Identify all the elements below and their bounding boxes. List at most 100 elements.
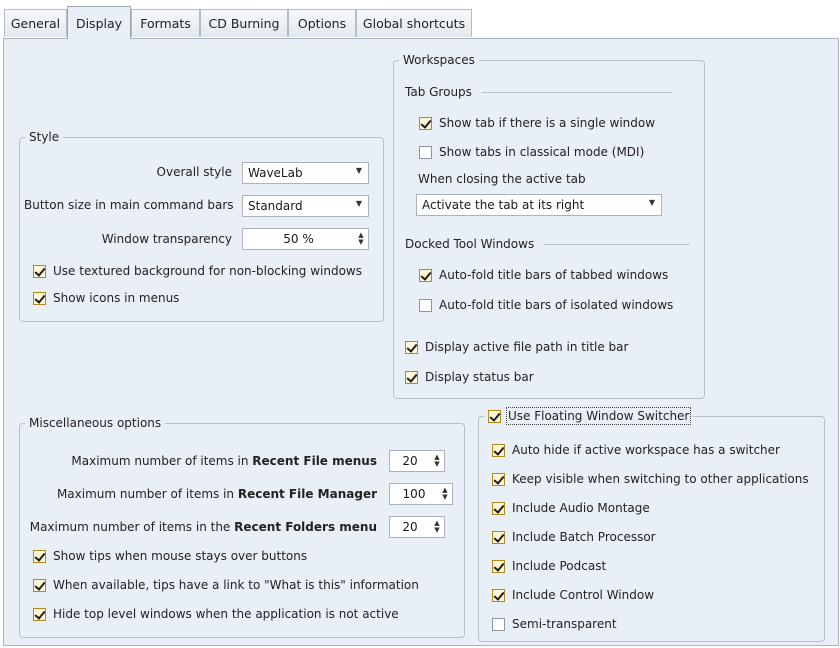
transparency-value: 50 % xyxy=(283,232,314,246)
switcher-group-title: Use Floating Window Switcher xyxy=(484,407,693,425)
recent-folders-label: Maximum number of items in the Recent Fo… xyxy=(24,520,377,534)
autofold-isolated-checkbox[interactable]: Auto-fold title bars of isolated windows xyxy=(419,298,673,312)
up-down-arrows-icon[interactable]: ▲ ▼ xyxy=(430,454,444,468)
batch-processor-checkbox[interactable]: Include Batch Processor xyxy=(492,530,656,544)
checkbox-label: Include Podcast xyxy=(512,559,607,573)
hide-top-checkbox[interactable]: Hide top level windows when the applicat… xyxy=(33,607,399,621)
checkbox-label: Include Batch Processor xyxy=(512,530,656,544)
checkbox-box[interactable] xyxy=(488,409,501,423)
checkbox-label: When available, tips have a link to "Wha… xyxy=(53,578,419,592)
up-down-arrows-icon[interactable]: ▲ ▼ xyxy=(438,487,452,501)
closing-tab-label: When closing the active tab xyxy=(418,172,586,186)
checkbox-label: Hide top level windows when the applicat… xyxy=(53,607,399,621)
label-bold: Recent File Manager xyxy=(237,487,377,501)
checkbox-label: Keep visible when switching to other app… xyxy=(512,472,809,486)
tab-label: General xyxy=(10,16,61,31)
checkbox-box[interactable] xyxy=(419,116,432,130)
overall-style-label: Overall style xyxy=(156,165,232,179)
podcast-checkbox[interactable]: Include Podcast xyxy=(492,559,606,573)
checkbox-box[interactable] xyxy=(492,588,505,602)
label-bold: Recent File menus xyxy=(252,454,377,468)
chevron-down-icon: ▼ xyxy=(355,166,362,175)
recent-file-manager-spinner[interactable]: 100 ▲ ▼ xyxy=(389,483,453,505)
icons-in-menus-checkbox[interactable]: Show icons in menus xyxy=(33,291,179,305)
tab-global-shortcuts[interactable]: Global shortcuts xyxy=(356,9,472,37)
tab-label: Global shortcuts xyxy=(362,16,466,31)
checkbox-box[interactable] xyxy=(405,340,418,354)
button-size-label: Button size in main command bars xyxy=(24,198,234,212)
tab-label: CD Burning xyxy=(208,16,280,31)
checkbox-label: Show tab if there is a single window xyxy=(439,116,656,130)
separator xyxy=(482,92,672,93)
transparency-label: Window transparency xyxy=(101,232,232,246)
misc-options-group-title: Miscellaneous options xyxy=(29,416,162,430)
checkbox-label: Show tabs in classical mode (MDI) xyxy=(439,145,645,159)
autofold-tabbed-checkbox[interactable]: Auto-fold title bars of tabbed windows xyxy=(419,268,668,282)
tab-general[interactable]: General xyxy=(4,9,67,37)
tab-options[interactable]: Options xyxy=(288,9,356,37)
overall-style-value: WaveLab xyxy=(248,166,303,180)
overall-style-select[interactable]: WaveLab ▼ xyxy=(242,162,369,184)
checkbox-box[interactable] xyxy=(33,291,46,305)
label-prefix: Maximum number of items in xyxy=(71,454,253,468)
tab-label: Display xyxy=(75,15,123,31)
checkbox-label: Include Control Window xyxy=(512,588,655,602)
tab-formats[interactable]: Formats xyxy=(131,9,200,37)
checkbox-label: Show icons in menus xyxy=(53,291,180,305)
up-down-arrows-icon[interactable]: ▲ ▼ xyxy=(430,520,444,534)
show-tips-checkbox[interactable]: Show tips when mouse stays over buttons xyxy=(33,549,307,563)
spinner-value: 20 xyxy=(402,520,418,534)
checkbox-box[interactable] xyxy=(492,501,505,515)
checkbox-box[interactable] xyxy=(492,559,505,573)
tab-cd-burning[interactable]: CD Burning xyxy=(200,9,288,37)
audio-montage-checkbox[interactable]: Include Audio Montage xyxy=(492,501,650,515)
spinner-value: 20 xyxy=(402,454,418,468)
status-bar-checkbox[interactable]: Display status bar xyxy=(405,370,534,384)
checkbox-label: Show tips when mouse stays over buttons xyxy=(53,549,308,563)
file-path-checkbox[interactable]: Display active file path in title bar xyxy=(405,340,628,354)
transparency-spinner[interactable]: 50 % ▲ ▼ xyxy=(242,228,369,250)
control-window-checkbox[interactable]: Include Control Window xyxy=(492,588,654,602)
button-size-select[interactable]: Standard ▼ xyxy=(242,195,369,217)
checkbox-box[interactable] xyxy=(492,472,505,486)
chevron-down-icon: ▼ xyxy=(355,199,362,208)
spinner-value: 100 xyxy=(402,487,426,501)
semi-transparent-checkbox[interactable]: Semi-transparent xyxy=(492,617,617,631)
closing-tab-value: Activate the tab at its right xyxy=(422,198,585,212)
checkbox-box[interactable] xyxy=(492,530,505,544)
checkbox-label: Auto-fold title bars of isolated windows xyxy=(439,298,674,312)
label-prefix: Maximum number of items in xyxy=(56,487,238,501)
checkbox-box[interactable] xyxy=(419,145,432,159)
checkbox-box[interactable] xyxy=(33,549,46,563)
checkbox-box[interactable] xyxy=(492,617,505,631)
show-tab-single-checkbox[interactable]: Show tab if there is a single window xyxy=(419,116,655,130)
checkbox-box[interactable] xyxy=(33,264,46,278)
keep-visible-checkbox[interactable]: Keep visible when switching to other app… xyxy=(492,472,809,486)
recent-file-menus-spinner[interactable]: 20 ▲ ▼ xyxy=(389,450,445,472)
docked-tool-windows-subtitle: Docked Tool Windows xyxy=(405,237,535,251)
use-switcher-checkbox[interactable]: Use Floating Window Switcher xyxy=(488,407,692,425)
auto-hide-checkbox[interactable]: Auto hide if active workspace has a swit… xyxy=(492,443,780,457)
tab-display[interactable]: Display xyxy=(67,6,131,39)
checkbox-box[interactable] xyxy=(419,298,432,312)
checkbox-box[interactable] xyxy=(33,607,46,621)
tips-link-checkbox[interactable]: When available, tips have a link to "Wha… xyxy=(33,578,419,592)
checkbox-box[interactable] xyxy=(492,443,505,457)
checkbox-label: Auto-fold title bars of tabbed windows xyxy=(439,268,669,282)
tab-label: Options xyxy=(297,16,347,31)
checkbox-box[interactable] xyxy=(405,370,418,384)
checkbox-label: Display status bar xyxy=(425,370,534,384)
recent-file-manager-label: Maximum number of items in Recent File M… xyxy=(24,487,377,501)
up-down-arrows-icon[interactable]: ▲ ▼ xyxy=(354,232,368,246)
checkbox-box[interactable] xyxy=(33,578,46,592)
recent-folders-spinner[interactable]: 20 ▲ ▼ xyxy=(389,516,445,538)
textured-bg-checkbox[interactable]: Use textured background for non-blocking… xyxy=(33,264,362,278)
classical-mode-checkbox[interactable]: Show tabs in classical mode (MDI) xyxy=(419,145,644,159)
separator xyxy=(544,244,690,245)
button-size-value: Standard xyxy=(248,199,303,213)
checkbox-box[interactable] xyxy=(419,268,432,282)
checkbox-label: Use Floating Window Switcher xyxy=(505,407,692,425)
checkbox-label: Auto hide if active workspace has a swit… xyxy=(512,443,780,457)
closing-tab-select[interactable]: Activate the tab at its right ▼ xyxy=(416,194,662,216)
style-group-title: Style xyxy=(29,130,60,144)
